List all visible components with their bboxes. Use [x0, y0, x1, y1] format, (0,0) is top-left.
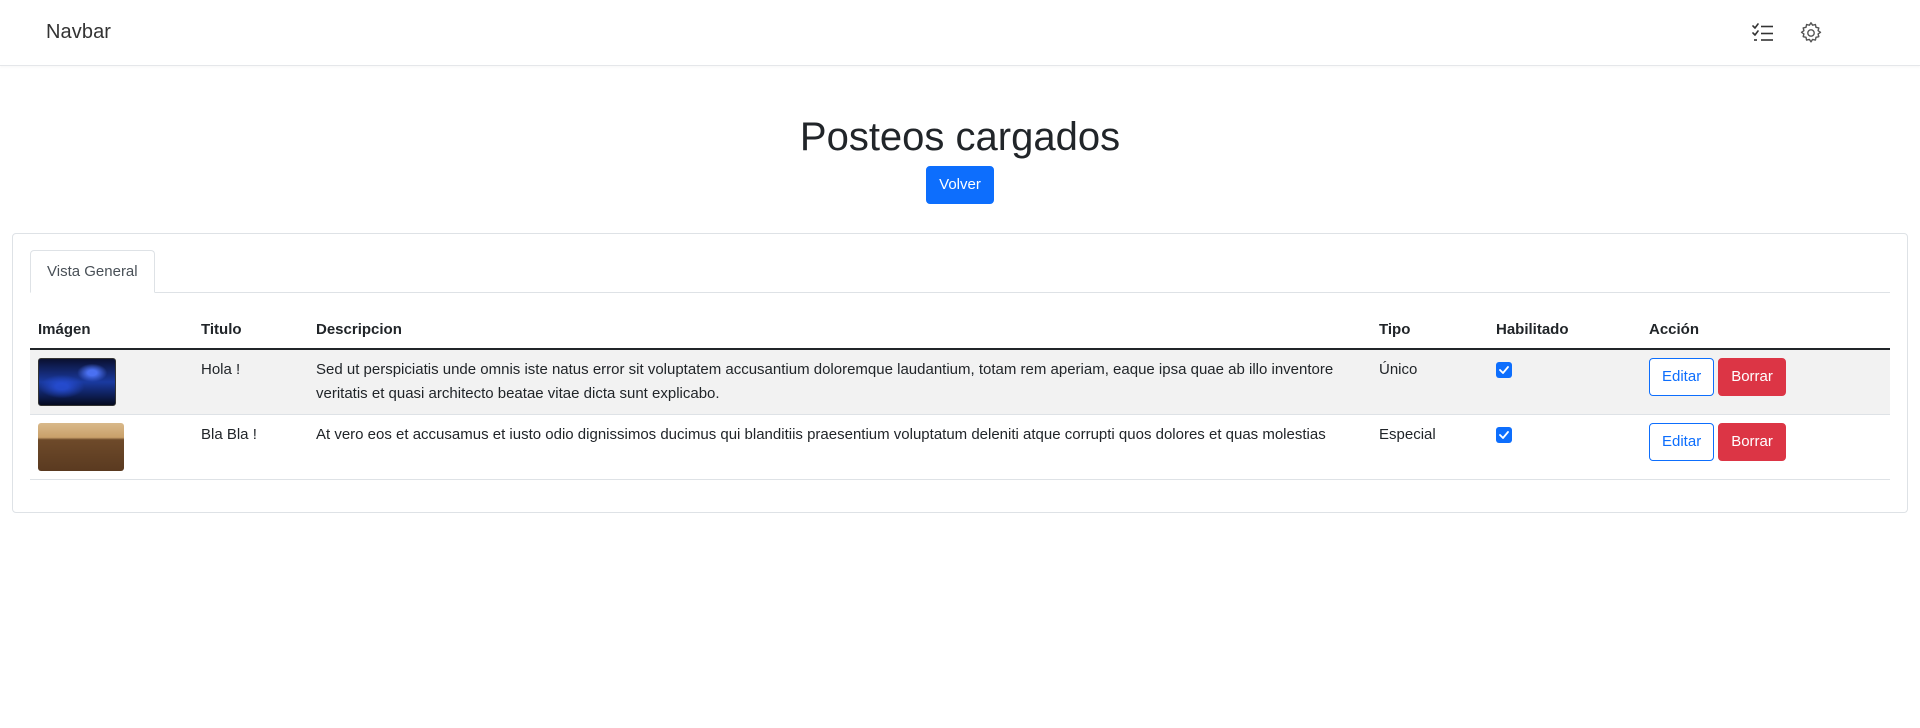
table-row: Bla Bla ! At vero eos et accusamus et iu… — [30, 414, 1890, 480]
column-header-type: Tipo — [1371, 311, 1488, 350]
tab-vista-general[interactable]: Vista General — [30, 250, 155, 293]
enabled-checkbox[interactable] — [1496, 362, 1512, 378]
page-title: Posteos cargados — [799, 115, 1121, 159]
edit-button[interactable]: Editar — [1649, 423, 1715, 461]
image-cell — [30, 414, 193, 480]
edit-button[interactable]: Editar — [1649, 358, 1715, 396]
post-thumbnail — [38, 423, 124, 471]
delete-button[interactable]: Borrar — [1718, 423, 1786, 461]
type-cell: Único — [1371, 349, 1488, 415]
column-header-description: Descripcion — [308, 311, 1371, 350]
table-header-row: Imágen Titulo Descripcion Tipo Habilitad… — [30, 311, 1890, 350]
description-cell: Sed ut perspiciatis unde omnis iste natu… — [308, 349, 1371, 415]
navbar-icons — [1750, 20, 1824, 46]
action-cell: Editar Borrar — [1641, 349, 1890, 415]
tabs: Vista General — [30, 250, 1890, 293]
title-cell: Bla Bla ! — [193, 414, 308, 480]
gear-icon[interactable] — [1798, 20, 1824, 46]
column-header-action: Acción — [1641, 311, 1890, 350]
row-actions: Editar Borrar — [1649, 358, 1882, 396]
type-cell: Especial — [1371, 414, 1488, 480]
title-cell: Hola ! — [193, 349, 308, 415]
column-header-enabled: Habilitado — [1488, 311, 1641, 350]
posts-card: Vista General Imágen Titulo Descripcion … — [12, 233, 1908, 513]
delete-button[interactable]: Borrar — [1718, 358, 1786, 396]
page-header: Posteos cargados Volver — [0, 116, 1920, 204]
column-header-image: Imágen — [30, 311, 193, 350]
navbar-brand[interactable]: Navbar — [46, 21, 111, 44]
enabled-cell — [1488, 349, 1641, 415]
table-row: Hola ! Sed ut perspiciatis unde omnis is… — [30, 349, 1890, 415]
column-header-title: Titulo — [193, 311, 308, 350]
navbar: Navbar — [0, 0, 1920, 66]
image-cell — [30, 349, 193, 415]
enabled-checkbox[interactable] — [1496, 427, 1512, 443]
action-cell: Editar Borrar — [1641, 414, 1890, 480]
enabled-cell — [1488, 414, 1641, 480]
checklist-icon[interactable] — [1750, 20, 1776, 46]
description-cell: At vero eos et accusamus et iusto odio d… — [308, 414, 1371, 480]
posts-table: Imágen Titulo Descripcion Tipo Habilitad… — [30, 311, 1890, 480]
back-button[interactable]: Volver — [926, 166, 994, 204]
post-thumbnail — [38, 358, 116, 406]
row-actions: Editar Borrar — [1649, 423, 1882, 461]
